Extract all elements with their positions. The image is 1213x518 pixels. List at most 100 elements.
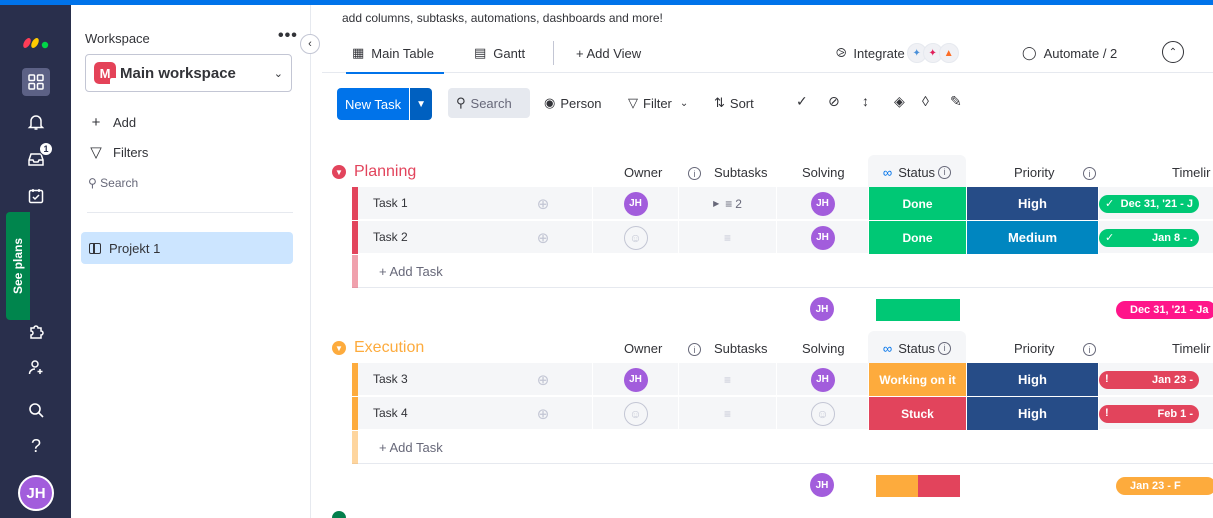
info-icon[interactable]: i	[685, 341, 701, 357]
workspace-filters-button[interactable]: ▽ Filters	[87, 143, 148, 161]
pin-icon[interactable]: ✓	[796, 93, 808, 110]
info-icon[interactable]: i	[1080, 165, 1096, 181]
subtasks-cell[interactable]: ≡	[678, 221, 776, 254]
group-collapse-icon[interactable]: ▼	[332, 165, 346, 179]
solving-cell[interactable]: JH	[776, 363, 868, 396]
table-row[interactable]: Task 4 ⊕ ☺ ≡ ☺ Stuck High ! Feb 1 -	[352, 397, 1213, 430]
bell-icon[interactable]	[22, 108, 50, 136]
add-task-row[interactable]: + Add Task	[352, 431, 1213, 464]
sidebar-item-projekt-1[interactable]: Projekt 1	[81, 232, 293, 264]
row-height-icon[interactable]: ↕	[862, 93, 869, 109]
automate-button[interactable]: ◯ Automate / 2	[1022, 33, 1117, 73]
user-avatar[interactable]: JH	[18, 475, 54, 511]
tab-gantt[interactable]: ▤ Gantt	[474, 33, 525, 73]
task-name[interactable]: Task 2	[373, 230, 408, 244]
info-icon[interactable]: i	[1080, 341, 1096, 357]
next-group-dot[interactable]	[332, 511, 346, 518]
priority-cell[interactable]: High	[966, 397, 1098, 430]
status-cell[interactable]: Done	[868, 221, 966, 254]
column-subtasks-header[interactable]: Subtasks	[714, 341, 767, 356]
solving-cell[interactable]: JH	[776, 221, 868, 254]
inbox-icon[interactable]: 1	[22, 142, 53, 173]
timeline-cell[interactable]: ! Jan 23 -	[1098, 363, 1213, 396]
add-update-icon[interactable]: ⊕	[537, 363, 550, 396]
sidebar-item-label: Projekt 1	[109, 240, 161, 256]
add-update-icon[interactable]: ⊕	[537, 187, 550, 220]
add-update-icon[interactable]: ⊕	[537, 221, 550, 254]
task-name[interactable]: Task 3	[373, 372, 408, 386]
color-fill-icon[interactable]: ◈	[894, 93, 905, 110]
add-view-button[interactable]: + Add View	[576, 33, 641, 73]
conditional-color-icon[interactable]: ◊	[922, 93, 929, 109]
monday-logo-icon[interactable]	[22, 30, 50, 50]
workspace-add-button[interactable]: + Add	[87, 114, 137, 131]
column-timeline-header[interactable]: Timelir	[1172, 341, 1211, 356]
hide-eye-icon[interactable]: ⊘	[828, 93, 840, 110]
workspace-more-icon[interactable]: •••	[278, 27, 298, 45]
search-icon[interactable]	[22, 396, 50, 424]
priority-cell[interactable]: High	[966, 363, 1098, 396]
pencil-icon[interactable]: ✎	[950, 93, 962, 110]
task-name[interactable]: Task 4	[373, 406, 408, 420]
column-priority-header[interactable]: Priority	[1014, 165, 1054, 180]
column-priority-header[interactable]: Priority	[1014, 341, 1054, 356]
add-update-icon[interactable]: ⊕	[537, 397, 550, 430]
info-icon[interactable]: i	[685, 165, 701, 181]
group-title-planning[interactable]: ▼ Planning	[332, 163, 416, 181]
sort-button[interactable]: ⇅ Sort	[714, 88, 754, 118]
owner-cell[interactable]: ☺	[592, 221, 678, 254]
filter-button[interactable]: ▽ Filter ⌄	[628, 88, 688, 118]
integrate-button[interactable]: ⧁ Integrate ✦ ✦ ▲	[836, 33, 959, 73]
apps-grid-icon[interactable]	[22, 68, 50, 96]
status-summary-bar[interactable]	[876, 299, 960, 321]
solving-cell[interactable]: ☺	[776, 397, 868, 430]
collapse-panel-button[interactable]: ‹	[300, 34, 320, 54]
timeline-cell[interactable]: ✓ Jan 8 - .	[1098, 221, 1213, 254]
task-name[interactable]: Task 1	[373, 196, 408, 210]
add-task-row[interactable]: + Add Task	[352, 255, 1213, 288]
column-subtasks-header[interactable]: Subtasks	[714, 165, 767, 180]
subtasks-cell[interactable]: ≡	[678, 397, 776, 430]
person-filter-button[interactable]: ◉ Person	[544, 88, 602, 118]
timeline-cell[interactable]: ✓ Dec 31, '21 - J	[1098, 187, 1213, 220]
workspace-selector[interactable]: M Main workspace ⌄	[85, 54, 292, 92]
group-collapse-icon[interactable]: ▼	[332, 341, 346, 355]
table-row[interactable]: Task 2 ⊕ ☺ ≡ JH Done Medium ✓ Jan 8 - .	[352, 221, 1213, 254]
column-solving-header[interactable]: Solving	[802, 165, 845, 180]
timeline-cell[interactable]: ! Feb 1 -	[1098, 397, 1213, 430]
column-status-header[interactable]: ∞ Status i	[868, 331, 966, 365]
tab-main-table[interactable]: ▦ Main Table	[346, 33, 444, 74]
table-row[interactable]: Task 3 ⊕ JH ≡ JH Working on it High ! Ja…	[352, 363, 1213, 396]
status-summary-bar[interactable]	[876, 475, 960, 497]
status-cell[interactable]: Stuck	[868, 397, 966, 430]
priority-cell[interactable]: High	[966, 187, 1098, 220]
invite-member-icon[interactable]	[22, 353, 50, 381]
puzzle-icon[interactable]	[22, 317, 50, 345]
column-owner-header[interactable]: Owner	[624, 341, 662, 356]
help-icon[interactable]: ?	[22, 432, 50, 460]
subtasks-icon: ≡	[725, 196, 733, 211]
workspace-search-input[interactable]: ⚲ Search	[88, 176, 138, 190]
new-task-button[interactable]: New Task	[337, 88, 410, 120]
column-owner-header[interactable]: Owner	[624, 165, 662, 180]
timeline-summary-pill: Dec 31, '21 - Ja	[1116, 301, 1213, 319]
priority-cell[interactable]: Medium	[966, 221, 1098, 254]
column-solving-header[interactable]: Solving	[802, 341, 845, 356]
see-plans-button[interactable]: See plans	[6, 212, 30, 320]
column-status-header[interactable]: ∞ Status i	[868, 155, 966, 189]
solving-cell[interactable]: JH	[776, 187, 868, 220]
collapse-header-button[interactable]: ⌃	[1162, 41, 1184, 63]
owner-cell[interactable]: ☺	[592, 397, 678, 430]
new-task-dropdown[interactable]: ▼	[410, 88, 433, 120]
board-search-input[interactable]: ⚲ Search	[448, 88, 530, 118]
group-title-execution[interactable]: ▼ Execution	[332, 339, 424, 357]
owner-cell[interactable]: JH	[592, 187, 678, 220]
table-row[interactable]: Task 1 ⊕ JH ▶ ≡ 2 JH Done High ✓ Dec 31,…	[352, 187, 1213, 220]
column-timeline-header[interactable]: Timelir	[1172, 165, 1211, 180]
status-cell[interactable]: Working on it	[868, 363, 966, 396]
status-cell[interactable]: Done	[868, 187, 966, 220]
calendar-check-icon[interactable]	[22, 182, 50, 210]
subtasks-cell[interactable]: ≡	[678, 363, 776, 396]
subtasks-cell[interactable]: ▶ ≡ 2	[678, 187, 776, 220]
owner-cell[interactable]: JH	[592, 363, 678, 396]
